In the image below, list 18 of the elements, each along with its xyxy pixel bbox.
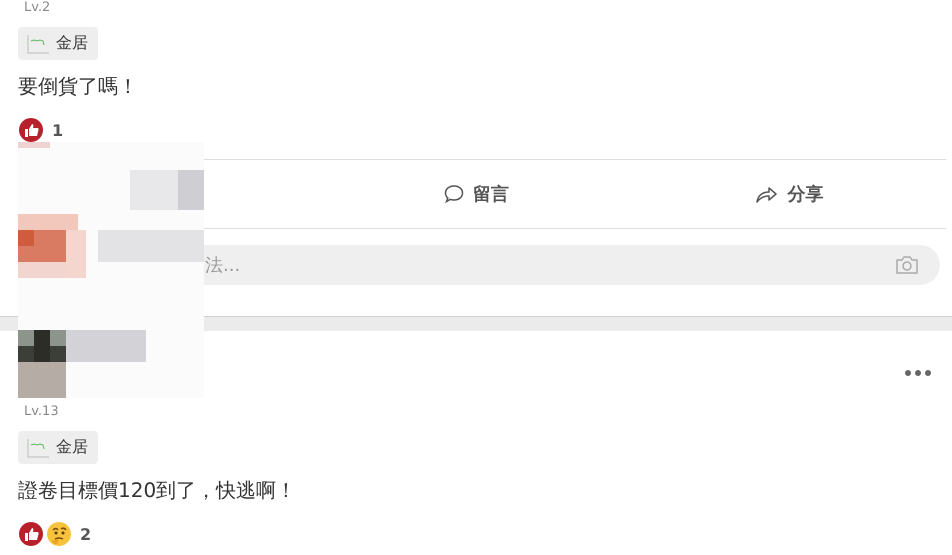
reaction-count: 1 [52,120,64,140]
comment-input[interactable]: 法... [203,245,940,285]
thumbs-up-icon[interactable] [18,521,44,547]
user-level: Lv.2 [23,0,52,16]
comment-button[interactable]: 留言 [319,160,633,228]
stock-chart-icon [26,34,50,54]
stock-tag[interactable]: 金居 [18,431,98,464]
user-level: Lv.13 [23,404,60,420]
share-button[interactable]: 分享 [632,160,946,228]
post-text: 要倒貨了嗎！ [18,73,139,100]
more-icon[interactable] [904,369,932,377]
stock-tag[interactable]: 金居 [18,27,98,60]
stock-chart-icon [26,438,50,458]
thinking-face-icon[interactable] [46,521,72,547]
post-text: 證卷目標價120到了，快逃啊！ [18,477,298,504]
thumbs-up-icon[interactable] [18,117,44,143]
reaction-count: 2 [80,524,92,544]
speech-bubble-icon [442,183,465,205]
